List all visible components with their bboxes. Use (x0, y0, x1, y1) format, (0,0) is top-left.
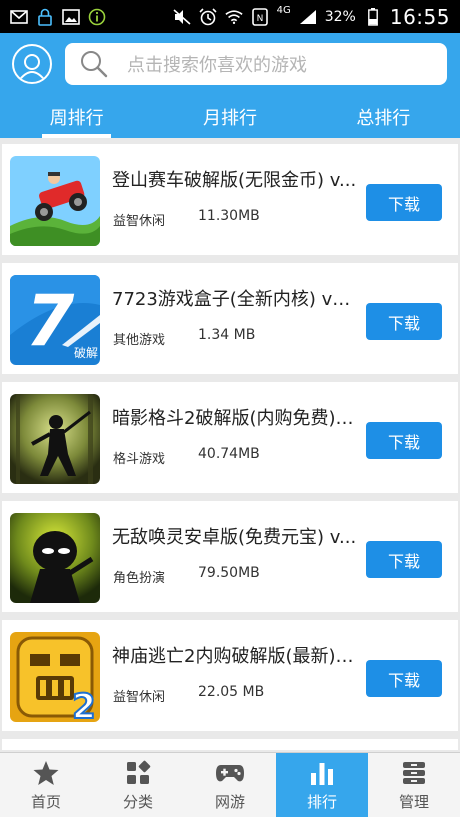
download-button[interactable]: 下载 (366, 541, 442, 578)
game-list-item[interactable]: 登山赛车破解版(无限金币) v... 益智休闲 11.30MB 下载 (2, 144, 458, 255)
game-size: 11.30MB (198, 208, 260, 224)
status-bar: N 4G 32% 16:55 (0, 0, 460, 33)
download-button[interactable]: 下载 (366, 303, 442, 340)
ranking-tabs: 周排行 月排行 总排行 (0, 95, 460, 138)
nav-label: 网游 (214, 792, 245, 811)
nav-online-games[interactable]: 网游 (184, 753, 276, 817)
game-list-item[interactable]: 无敌唤灵安卓版(免费元宝) v... 角色扮演 79.50MB 下载 (2, 501, 458, 612)
user-icon (17, 54, 47, 82)
battery-percent: 32% (324, 8, 356, 25)
game-title[interactable]: 登山赛车破解版(无限金币) v... (112, 166, 358, 192)
search-bar[interactable]: 点击搜索你喜欢的游戏 (65, 43, 447, 85)
category-icon (123, 759, 153, 787)
ranking-icon (307, 759, 337, 787)
battery-icon (364, 7, 382, 26)
icon-badge: 破解 (74, 345, 98, 360)
star-icon (31, 759, 61, 787)
icon-digit: 2 (72, 687, 96, 722)
email-icon (10, 9, 28, 25)
game-list-item[interactable]: 暗影格斗2破解版(内购免费) ... 格斗游戏 40.74MB 下载 (2, 382, 458, 493)
lock-icon (36, 8, 54, 26)
game-size: 22.05 MB (198, 684, 265, 700)
icon-digit: 7 (26, 280, 75, 362)
mute-icon (173, 8, 191, 25)
ninja-icon (10, 513, 100, 603)
game-category: 其他游戏 (113, 333, 166, 348)
manage-icon (399, 759, 429, 787)
info-icon (88, 8, 106, 25)
nav-label: 排行 (306, 792, 337, 811)
game-category: 格斗游戏 (113, 452, 166, 467)
shadow-fight-icon (10, 394, 100, 484)
game-list-item[interactable]: 2 神庙逃亡2内购破解版(最新) ... 益智休闲 22.05 MB 下载 (2, 620, 458, 731)
download-button[interactable]: 下载 (366, 184, 442, 221)
bottom-nav: 首页 分类 网游 排行 管理 (0, 752, 460, 817)
game-size: 1.34 MB (198, 327, 256, 343)
svg-text:N: N (256, 14, 263, 24)
7723-box-icon: 7 破解 (10, 275, 100, 365)
game-list-item[interactable] (2, 739, 458, 750)
game-size: 79.50MB (198, 565, 260, 581)
temple-run-icon: 2 (10, 632, 100, 722)
image-icon (62, 8, 80, 25)
nav-category[interactable]: 分类 (92, 753, 184, 817)
app-header: 点击搜索你喜欢的游戏 周排行 月排行 总排行 (0, 33, 460, 138)
download-button[interactable]: 下载 (366, 660, 442, 697)
game-title[interactable]: 暗影格斗2破解版(内购免费) ... (112, 404, 358, 430)
tab-all-time[interactable]: 总排行 (307, 95, 460, 138)
game-title[interactable]: 无敌唤灵安卓版(免费元宝) v... (112, 523, 358, 549)
search-icon (81, 51, 108, 78)
nav-label: 分类 (122, 792, 153, 811)
nav-manage[interactable]: 管理 (368, 753, 460, 817)
network-type: 4G (276, 5, 291, 16)
nfc-icon: N (251, 7, 269, 26)
game-category: 益智休闲 (113, 214, 166, 229)
download-button[interactable]: 下载 (366, 422, 442, 459)
tab-weekly[interactable]: 周排行 (0, 95, 153, 138)
nav-label: 管理 (398, 792, 429, 811)
user-avatar-button[interactable] (12, 44, 52, 84)
nav-label: 首页 (30, 792, 61, 811)
alarm-icon (199, 7, 217, 25)
game-title[interactable]: 7723游戏盒子(全新内核) v1... (112, 285, 358, 311)
game-list[interactable]: 登山赛车破解版(无限金币) v... 益智休闲 11.30MB 下载 7 破解 … (0, 144, 460, 750)
signal-icon (299, 9, 317, 25)
gamepad-icon (215, 759, 245, 787)
clock: 16:55 (389, 4, 450, 29)
tab-monthly[interactable]: 月排行 (153, 95, 306, 138)
hill-climb-icon (10, 156, 100, 246)
wifi-icon (225, 9, 243, 25)
nav-ranking[interactable]: 排行 (276, 753, 368, 817)
game-category: 益智休闲 (113, 690, 166, 705)
game-category: 角色扮演 (113, 571, 166, 586)
game-list-item[interactable]: 7 破解 7723游戏盒子(全新内核) v1... 其他游戏 1.34 MB 下… (2, 263, 458, 374)
game-size: 40.74MB (198, 446, 260, 462)
search-placeholder: 点击搜索你喜欢的游戏 (127, 55, 307, 76)
nav-home[interactable]: 首页 (0, 753, 92, 817)
game-title[interactable]: 神庙逃亡2内购破解版(最新) ... (112, 642, 358, 668)
